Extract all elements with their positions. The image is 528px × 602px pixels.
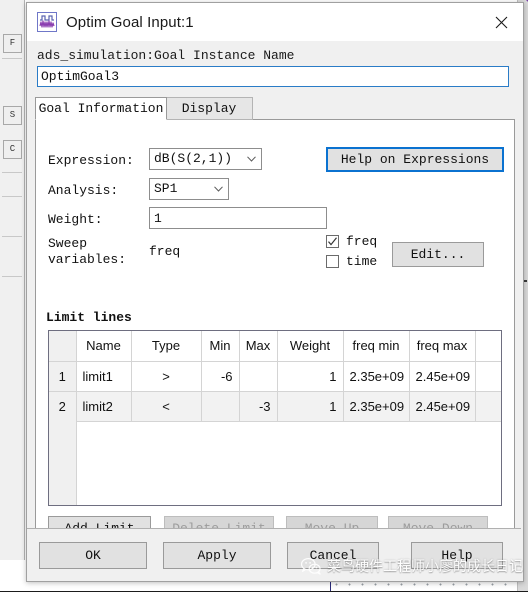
- expression-select[interactable]: dB(S(2,1)): [149, 148, 262, 170]
- background-divider-2: [2, 172, 22, 173]
- background-divider-3: [2, 196, 22, 197]
- cell-max[interactable]: -3: [239, 391, 278, 422]
- row-index: 1: [49, 361, 77, 392]
- background-divider-4: [2, 236, 22, 237]
- dialog-footer: OK Apply Cancel Help: [27, 528, 521, 581]
- column-header-min[interactable]: Min: [201, 331, 240, 362]
- background-divider-1: [2, 58, 22, 59]
- weight-input[interactable]: [149, 207, 327, 229]
- close-icon[interactable]: [479, 3, 523, 41]
- checkbox-time-box: [326, 255, 339, 268]
- analysis-select[interactable]: SP1: [149, 178, 229, 200]
- cell-name[interactable]: limit2: [76, 391, 132, 422]
- limit-lines-table[interactable]: Name Type Min Max Weight freq min freq m…: [48, 330, 502, 506]
- cell-weight[interactable]: 1: [277, 361, 344, 392]
- cell-min[interactable]: [201, 391, 240, 422]
- column-header-max[interactable]: Max: [239, 331, 278, 362]
- checkbox-freq[interactable]: freq: [326, 234, 377, 249]
- background-tool-button-1[interactable]: F: [3, 34, 22, 53]
- tab-strip: Display Goal Information: [35, 97, 515, 120]
- cell-spacer: [475, 361, 501, 392]
- column-header-rownum: [49, 331, 77, 362]
- checkbox-time[interactable]: time: [326, 254, 377, 269]
- checkbox-freq-box: [326, 235, 339, 248]
- column-header-name[interactable]: Name: [76, 331, 132, 362]
- tab-display[interactable]: Display: [165, 97, 253, 120]
- cell-freq-min[interactable]: 2.35e+09: [343, 391, 410, 422]
- ok-button[interactable]: OK: [39, 542, 147, 569]
- expression-value: dB(S(2,1)): [154, 151, 233, 166]
- help-button[interactable]: Help: [411, 542, 503, 569]
- cell-freq-max[interactable]: 2.45e+09: [409, 391, 476, 422]
- analysis-value: SP1: [154, 181, 178, 196]
- tab-goal-information[interactable]: Goal Information: [35, 97, 167, 120]
- cell-spacer: [475, 391, 501, 422]
- background-tool-button-2[interactable]: S: [3, 106, 22, 125]
- table-header-row: Name Type Min Max Weight freq min freq m…: [49, 331, 501, 362]
- analysis-label: Analysis:: [48, 183, 119, 198]
- column-header-type[interactable]: Type: [131, 331, 202, 362]
- row-header-filler: [49, 421, 77, 505]
- chevron-down-icon: [247, 156, 256, 162]
- sweep-variables-value: freq: [149, 244, 181, 259]
- checkbox-freq-label: freq: [346, 234, 378, 249]
- edit-button[interactable]: Edit...: [392, 242, 484, 267]
- weight-label: Weight:: [48, 212, 103, 227]
- cancel-button[interactable]: Cancel: [287, 542, 379, 569]
- row-index: 2: [49, 391, 77, 422]
- instance-name-input[interactable]: [37, 66, 509, 87]
- dialog-body: ads_simulation:Goal Instance Name Displa…: [27, 41, 523, 581]
- cell-weight[interactable]: 1: [277, 391, 344, 422]
- screen: (S= SaveGoals=yes F S C ●: [0, 0, 528, 602]
- help-on-expressions-button[interactable]: Help on Expressions: [326, 147, 504, 172]
- expression-label: Expression:: [48, 153, 134, 168]
- dialog-title: Optim Goal Input:1: [66, 13, 194, 31]
- waveform-icon: [37, 12, 57, 32]
- cell-freq-max[interactable]: 2.45e+09: [409, 361, 476, 392]
- cell-name[interactable]: limit1: [76, 361, 132, 392]
- column-header-freq-min[interactable]: freq min: [343, 331, 410, 362]
- column-header-freq-max[interactable]: freq max: [409, 331, 476, 362]
- table-row[interactable]: 2 limit2 < -3 1 2.35e+09 2.45e+09: [49, 391, 501, 422]
- background-tool-button-3[interactable]: C: [3, 140, 22, 159]
- checkbox-time-label: time: [346, 254, 378, 269]
- column-header-weight[interactable]: Weight: [277, 331, 344, 362]
- background-divider-5: [2, 276, 22, 277]
- goal-information-panel: Expression: dB(S(2,1)) Help on Expressio…: [35, 119, 515, 540]
- instance-name-label: ads_simulation:Goal Instance Name: [37, 48, 295, 63]
- cell-min[interactable]: -6: [201, 361, 240, 392]
- table-row[interactable]: 1 limit1 > -6 1 2.35e+09 2.45e+09: [49, 361, 501, 392]
- check-icon: [328, 237, 337, 246]
- dialog-titlebar: Optim Goal Input:1: [27, 3, 523, 41]
- column-header-spacer: [475, 331, 501, 362]
- sweep-variables-label-line2: variables:: [48, 252, 127, 267]
- cell-max[interactable]: [239, 361, 278, 392]
- cell-type[interactable]: >: [131, 361, 202, 392]
- sweep-variables-label-line1: Sweep: [48, 236, 88, 251]
- background-bottom-band: [0, 591, 528, 602]
- background-toolbar: F S C: [0, 0, 25, 560]
- apply-button[interactable]: Apply: [163, 542, 271, 569]
- cell-type[interactable]: <: [131, 391, 202, 422]
- cell-freq-min[interactable]: 2.35e+09: [343, 361, 410, 392]
- chevron-down-icon: [214, 186, 223, 192]
- limit-lines-title: Limit lines: [46, 310, 132, 325]
- optim-goal-dialog: Optim Goal Input:1 ads_simulation:Goal I…: [26, 2, 524, 582]
